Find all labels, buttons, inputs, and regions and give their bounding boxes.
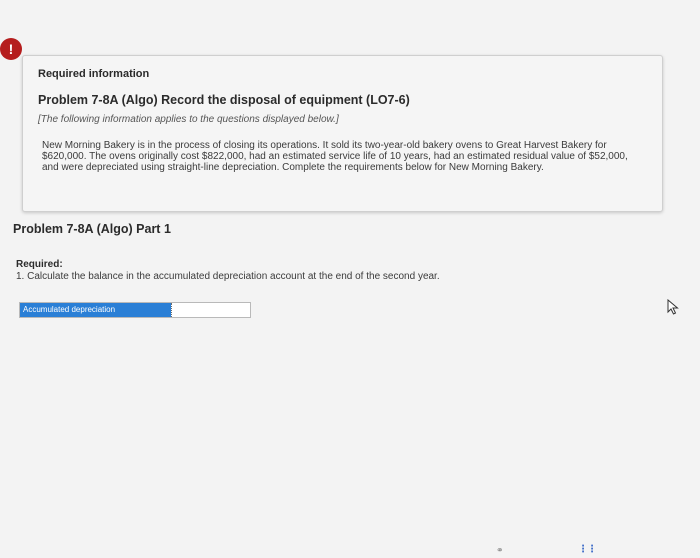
applies-note: [The following information applies to th… — [38, 114, 339, 125]
required-information-panel: Required information Problem 7-8A (Algo)… — [22, 55, 663, 212]
accumulated-depreciation-row: Accumulated depreciation — [19, 302, 251, 318]
scenario-text: New Morning Bakery is in the process of … — [42, 140, 628, 173]
mouse-pointer-icon — [667, 299, 679, 315]
more-dots-icon[interactable]: ⋮⋮ — [578, 544, 597, 555]
page-link-icon[interactable]: ⚭ — [496, 545, 504, 556]
problem-title: Problem 7-8A (Algo) Record the disposal … — [38, 93, 410, 107]
part-title: Problem 7-8A (Algo) Part 1 — [13, 222, 171, 236]
accumulated-depreciation-label: Accumulated depreciation — [20, 303, 171, 317]
info-heading: Required information — [38, 68, 150, 80]
required-label: Required: — [16, 259, 63, 270]
required-item: 1. Calculate the balance in the accumula… — [16, 271, 440, 282]
alert-exclamation-icon: ! — [0, 38, 22, 60]
accumulated-depreciation-input[interactable] — [171, 303, 250, 317]
